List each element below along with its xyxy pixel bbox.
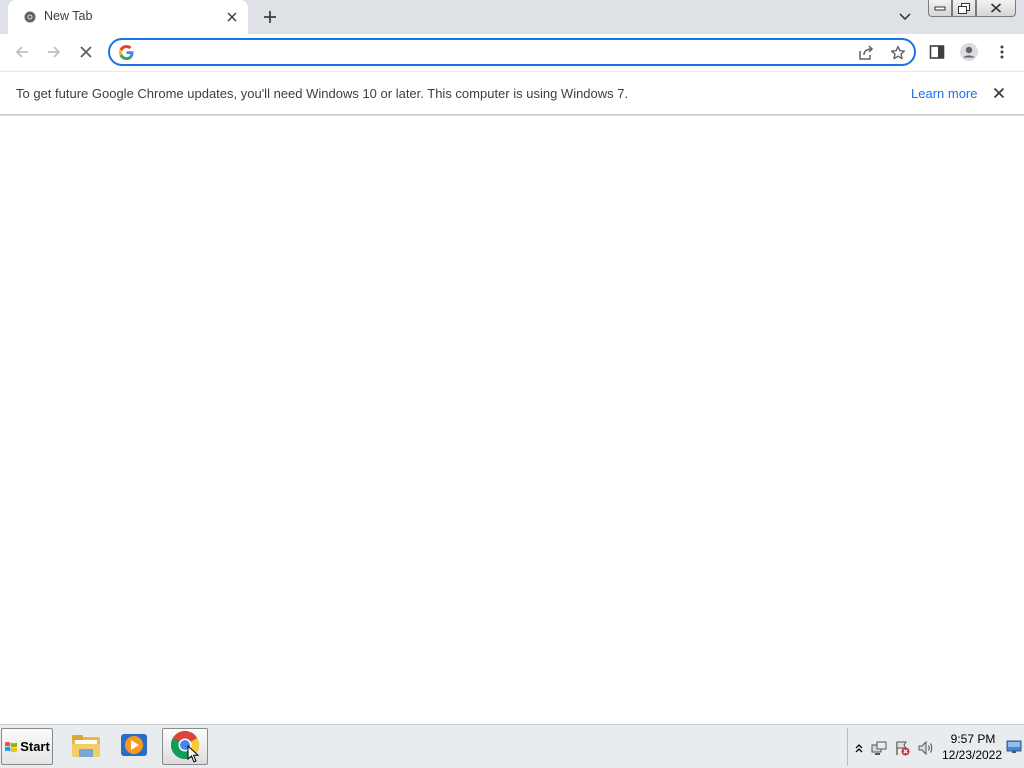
side-panel-button[interactable]: [922, 37, 952, 67]
profile-avatar-icon[interactable]: [954, 37, 984, 67]
menu-kebab-icon[interactable]: [987, 37, 1017, 67]
infobar-message: To get future Google Chrome updates, you…: [16, 86, 629, 101]
mouse-cursor-icon: [187, 744, 200, 766]
back-button[interactable]: [7, 37, 37, 67]
volume-icon[interactable]: [917, 739, 935, 757]
windows-logo-icon: [4, 740, 18, 754]
new-tab-button[interactable]: [258, 5, 282, 29]
learn-more-link[interactable]: Learn more: [911, 86, 977, 101]
chrome-icon: [24, 11, 36, 23]
close-tab-icon[interactable]: [224, 9, 240, 25]
start-button[interactable]: Start: [1, 728, 53, 765]
restore-button[interactable]: [952, 0, 976, 17]
tab-new-tab[interactable]: New Tab: [8, 0, 248, 34]
tab-title: New Tab: [44, 9, 93, 23]
page-content: [0, 116, 1024, 724]
bookmark-star-icon[interactable]: [888, 43, 908, 63]
taskbar-app-media-player[interactable]: [111, 728, 157, 765]
action-center-flag-icon[interactable]: [893, 739, 911, 757]
show-hidden-icons-chevron-up-icon[interactable]: [850, 739, 868, 757]
folder-icon: [70, 731, 102, 762]
clock-time[interactable]: 9:57 PM: [948, 732, 998, 746]
network-icon[interactable]: [870, 739, 888, 757]
minimize-button[interactable]: [928, 0, 952, 17]
taskbar-app-explorer[interactable]: [63, 728, 109, 765]
address-bar[interactable]: [108, 38, 916, 66]
taskbar-app-chrome[interactable]: [162, 728, 208, 765]
system-tray: 9:57 PM 12/23/2022: [847, 728, 1022, 766]
stop-loading-button[interactable]: [71, 37, 101, 67]
clock-date[interactable]: 12/23/2022: [940, 748, 1004, 762]
share-icon[interactable]: [856, 43, 876, 63]
update-infobar: To get future Google Chrome updates, you…: [0, 71, 1024, 115]
close-window-button[interactable]: [976, 0, 1016, 17]
close-infobar-icon[interactable]: [990, 84, 1008, 102]
media-player-icon: [119, 731, 149, 762]
windows-taskbar: Start 9:57 PM 12/23/2022: [0, 724, 1024, 768]
tab-search-chevron-down-icon[interactable]: [894, 7, 916, 27]
address-input[interactable]: [144, 43, 844, 61]
browser-toolbar: [0, 34, 1024, 71]
start-label: Start: [20, 739, 50, 754]
show-desktop-icon[interactable]: [1006, 740, 1022, 754]
tab-strip: New Tab: [0, 0, 1024, 34]
forward-button[interactable]: [39, 37, 69, 67]
google-icon: [119, 45, 134, 60]
